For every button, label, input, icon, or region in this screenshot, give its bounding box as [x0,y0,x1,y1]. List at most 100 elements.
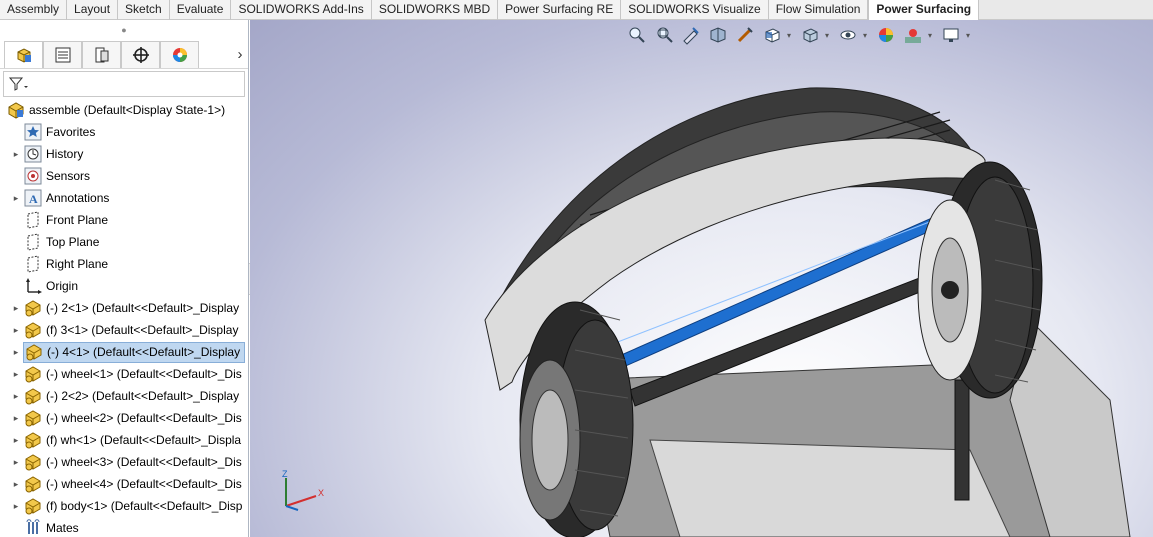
tree-item-content: (-) wheel<1> (Default<<Default>_Dis [23,364,246,385]
tree-item-content: Top Plane [23,232,103,253]
filter-bar[interactable] [3,71,245,97]
dimxpertmanager-tab[interactable] [121,40,160,68]
tree-item-content: (-) wheel<4> (Default<<Default>_Dis [23,474,246,495]
tree-item[interactable]: Sensors [0,165,248,187]
dropdown-caret-icon[interactable]: ▾ [928,31,936,40]
tree-item-content: Origin [23,276,82,297]
tabbar-empty [979,0,1153,19]
tree-item-content: A Annotations [23,188,113,209]
tree-item[interactable]: Mates [0,517,248,537]
triad-x-label: X [318,488,324,498]
hide-show-items-icon[interactable] [836,24,860,46]
tree-item[interactable]: ▸ History [0,143,248,165]
featuremanager-tree-tab[interactable] [4,40,43,68]
tree-item[interactable]: ▸ A Annotations [0,187,248,209]
view-settings-icon[interactable] [939,24,963,46]
tree-item[interactable]: ▸ (f) wh<1> (Default<<Default>_Displa [0,429,248,451]
coordinate-triad: X Z [282,470,324,511]
propertymanager-tab[interactable] [43,40,82,68]
tree-item-label: Annotations [46,191,110,205]
tree-item-content: (-) wheel<3> (Default<<Default>_Dis [23,452,246,473]
expand-arrow-icon[interactable]: ▸ [9,435,23,446]
tree-item[interactable]: Favorites [0,121,248,143]
view-orientation-icon[interactable] [760,24,784,46]
more-tabs-chevron-icon[interactable]: › [232,46,248,63]
featuremanager-tree-icon [17,47,31,63]
tree-item[interactable]: Top Plane [0,231,248,253]
tab-sketch[interactable]: Sketch [118,0,170,20]
tree-item[interactable]: ▸ (-) wheel<3> (Default<<Default>_Dis [0,451,248,473]
dropdown-caret-icon[interactable]: ▾ [863,31,871,40]
tree-item-label: Mates [46,521,79,535]
part-icon [24,343,44,361]
displaymanager-tab[interactable] [160,40,199,68]
tree-item-content: (-) 4<1> (Default<<Default>_Display [23,341,246,363]
part-icon [23,497,43,515]
configurationmanager-tab[interactable] [82,40,121,68]
tree-item[interactable]: ▸ (-) 2<2> (Default<<Default>_Display [0,385,248,407]
part-icon [23,321,43,339]
tab-assembly[interactable]: Assembly [0,0,68,20]
feature-tree: assemble (Default<Display State-1>) Favo… [0,99,248,537]
edit-appearance-icon[interactable] [874,24,898,46]
tree-item-label: History [46,147,84,161]
tree-root[interactable]: assemble (Default<Display State-1>) [0,99,248,121]
zoom-to-fit-icon[interactable] [625,24,649,46]
dynamic-annotation-icon[interactable] [733,24,757,46]
zoom-to-area-icon[interactable] [652,24,676,46]
expand-arrow-icon[interactable]: ▸ [9,369,23,380]
expand-arrow-icon[interactable]: ▸ [9,413,23,424]
featuremanager-pane: ● › assemble (Default<Display State-1>) … [0,20,249,537]
tree-item[interactable]: ▸ (f) body<1> (Default<<Default>_Disp [0,495,248,517]
tree-item-label: (-) 2<2> (Default<<Default>_Display [46,389,240,403]
expand-arrow-icon[interactable]: ▸ [9,303,23,314]
tree-item-content: (f) wh<1> (Default<<Default>_Displa [23,430,245,451]
tab-solidworks-mbd[interactable]: SOLIDWORKS MBD [372,0,499,20]
tree-item-content: (f) body<1> (Default<<Default>_Disp [23,496,246,517]
svg-text:A: A [29,192,38,206]
pane-grip[interactable]: ● [0,20,248,40]
tree-item[interactable]: Origin [0,275,248,297]
tree-item[interactable]: ▸ (f) 3<1> (Default<<Default>_Display [0,319,248,341]
tree-item[interactable]: ▸ (-) wheel<2> (Default<<Default>_Dis [0,407,248,429]
tree-item-label: (-) wheel<3> (Default<<Default>_Dis [46,455,242,469]
tree-item-label: Top Plane [46,235,100,249]
previous-view-icon[interactable] [679,24,703,46]
tree-item[interactable]: Front Plane [0,209,248,231]
tab-layout[interactable]: Layout [67,0,119,20]
section-view-icon[interactable] [706,24,730,46]
expand-arrow-icon[interactable]: ▸ [9,479,23,490]
tree-item[interactable]: Right Plane [0,253,248,275]
expand-arrow-icon[interactable]: ▸ [9,325,23,336]
tab-evaluate[interactable]: Evaluate [170,0,232,20]
expand-arrow-icon[interactable]: ▸ [9,347,23,358]
display-style-icon[interactable] [798,24,822,46]
dropdown-caret-icon[interactable]: ▾ [966,31,974,40]
tab-flow-simulation[interactable]: Flow Simulation [769,0,869,20]
expand-arrow-icon[interactable]: ▸ [9,193,23,204]
expand-arrow-icon[interactable]: ▸ [9,501,23,512]
tree-item[interactable]: ▸ (-) wheel<4> (Default<<Default>_Dis [0,473,248,495]
tab-power-surfacing-re[interactable]: Power Surfacing RE [498,0,622,20]
part-icon [23,365,43,383]
tab-solidworks-add-ins[interactable]: SOLIDWORKS Add-Ins [231,0,372,20]
manager-tabs: › [0,40,248,69]
dropdown-caret-icon[interactable]: ▾ [825,31,833,40]
car-model-view[interactable] [250,20,1153,537]
part-icon [23,387,43,405]
expand-arrow-icon[interactable]: ▸ [9,457,23,468]
apply-scene-icon[interactable] [901,24,925,46]
expand-arrow-icon[interactable]: ▸ [9,391,23,402]
plane-icon [23,211,43,229]
expand-arrow-icon[interactable]: ▸ [9,149,23,160]
tree-item[interactable]: ▸ (-) 2<1> (Default<<Default>_Display [0,297,248,319]
tree-item-content: Right Plane [23,254,112,275]
part-icon [23,475,43,493]
tab-solidworks-visualize[interactable]: SOLIDWORKS Visualize [621,0,769,20]
tab-power-surfacing[interactable]: Power Surfacing [868,0,980,20]
tree-item-label: (-) 2<1> (Default<<Default>_Display [46,301,240,315]
graphics-area[interactable]: ▾ ▾ ▾ ▾ ▾ X Z [250,20,1153,537]
tree-item[interactable]: ▸ (-) 4<1> (Default<<Default>_Display [0,341,248,363]
dropdown-caret-icon[interactable]: ▾ [787,31,795,40]
tree-item[interactable]: ▸ (-) wheel<1> (Default<<Default>_Dis [0,363,248,385]
